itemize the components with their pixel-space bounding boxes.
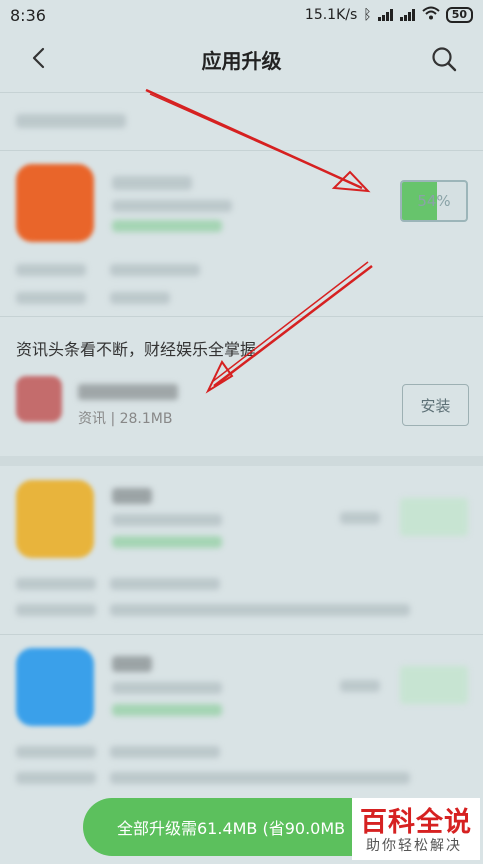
annotation-arrows [145,88,373,394]
watermark-sub: 助你轻松解决 [366,838,462,854]
annotation-arrow-top [145,88,371,193]
annotation-arrow-bottom [205,261,373,394]
watermark: 百科全说 助你轻松解决 [352,798,480,860]
watermark-main: 百科全说 [360,807,472,838]
